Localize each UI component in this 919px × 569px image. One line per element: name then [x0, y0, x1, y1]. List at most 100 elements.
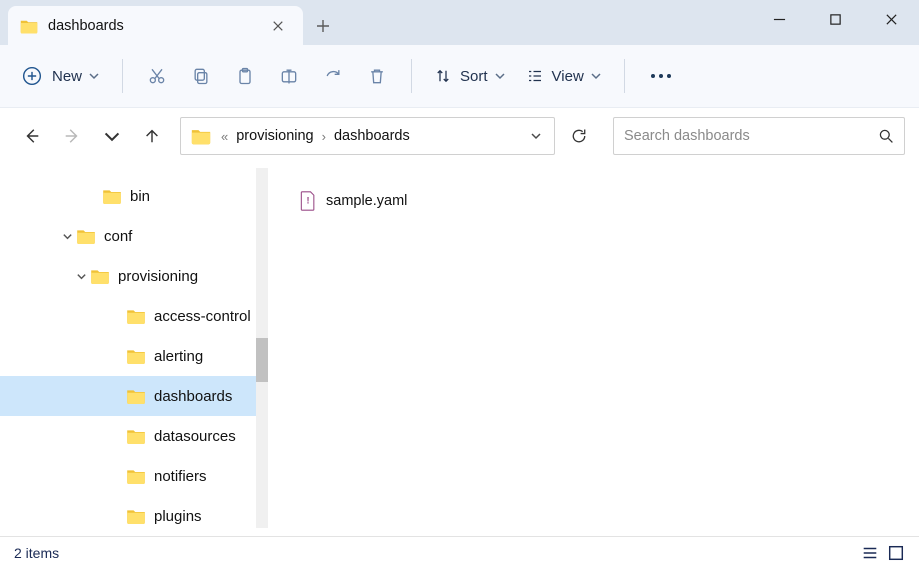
plus-icon	[316, 19, 330, 33]
minimize-button[interactable]	[751, 0, 807, 38]
file-name: sample.yaml	[326, 193, 407, 209]
search-input[interactable]	[624, 128, 878, 144]
window-tab[interactable]: dashboards	[8, 6, 303, 45]
sort-label: Sort	[460, 68, 488, 85]
close-tab-button[interactable]	[265, 13, 291, 39]
close-icon	[272, 20, 284, 32]
new-label: New	[52, 68, 82, 85]
view-mode-switcher	[861, 544, 905, 562]
tree-item[interactable]: plugins	[0, 496, 268, 536]
more-options-button[interactable]	[637, 56, 685, 96]
tree-item-label: alerting	[154, 348, 203, 365]
address-row: « provisioning › dashboards	[0, 108, 919, 164]
breadcrumb-overflow[interactable]: «	[221, 129, 228, 144]
folder-icon	[126, 508, 146, 524]
delete-button[interactable]	[355, 56, 399, 96]
tree-item-label: conf	[104, 228, 132, 245]
navigation-tree[interactable]: bin conf provisioning access-control alertin…	[0, 164, 268, 536]
breadcrumb-separator: ›	[322, 129, 326, 144]
view-label: View	[552, 68, 584, 85]
trash-icon	[367, 66, 387, 86]
folder-icon	[90, 268, 110, 284]
scissors-icon	[147, 66, 167, 86]
tree-item[interactable]: conf	[0, 216, 268, 256]
icons-view-button[interactable]	[887, 544, 905, 562]
sort-icon	[434, 67, 452, 85]
chevron-down-icon	[590, 70, 602, 82]
copy-button[interactable]	[179, 56, 223, 96]
folder-icon	[102, 188, 122, 204]
tree-item-label: provisioning	[118, 268, 198, 285]
share-icon	[323, 66, 343, 86]
tab-title: dashboards	[48, 18, 124, 34]
tree-item[interactable]: alerting	[0, 336, 268, 376]
rename-button[interactable]	[267, 56, 311, 96]
tree-item[interactable]: dashboards	[0, 376, 268, 416]
folder-icon	[126, 348, 146, 364]
toolbar: New Sort View	[0, 45, 919, 108]
file-list[interactable]: ! sample.yaml	[268, 164, 919, 536]
new-button[interactable]: New	[12, 56, 110, 96]
maximize-button[interactable]	[807, 0, 863, 38]
tree-item[interactable]: provisioning	[0, 256, 268, 296]
forward-button[interactable]	[54, 118, 90, 154]
close-window-button[interactable]	[863, 0, 919, 38]
search-box[interactable]	[613, 117, 905, 155]
details-view-button[interactable]	[861, 544, 879, 562]
folder-icon	[126, 308, 146, 324]
body: bin conf provisioning access-control alertin…	[0, 164, 919, 536]
arrow-up-icon	[143, 127, 161, 145]
plus-circle-icon	[22, 66, 42, 86]
tree-item[interactable]: bin	[0, 176, 268, 216]
refresh-button[interactable]	[559, 117, 599, 155]
breadcrumb-segment[interactable]: provisioning	[232, 126, 317, 146]
folder-icon	[191, 126, 211, 146]
cut-button[interactable]	[135, 56, 179, 96]
paste-button[interactable]	[223, 56, 267, 96]
arrow-right-icon	[63, 127, 81, 145]
rename-icon	[279, 66, 299, 86]
share-button[interactable]	[311, 56, 355, 96]
expand-toggle[interactable]	[58, 231, 76, 242]
separator	[122, 59, 123, 93]
scrollbar-thumb[interactable]	[256, 338, 268, 382]
status-bar: 2 items	[0, 536, 919, 569]
tree-item[interactable]: notifiers	[0, 456, 268, 496]
new-tab-button[interactable]	[303, 6, 343, 45]
folder-icon	[76, 228, 96, 244]
breadcrumb-segment[interactable]: dashboards	[330, 126, 414, 146]
file-item[interactable]: ! sample.yaml	[298, 186, 889, 216]
svg-text:!: !	[306, 196, 309, 206]
tree-item-label: notifiers	[154, 468, 207, 485]
folder-icon	[126, 468, 146, 484]
tree-item[interactable]: access-control	[0, 296, 268, 336]
view-icon	[526, 67, 544, 85]
folder-icon	[126, 428, 146, 444]
maximize-icon	[829, 13, 842, 26]
tree-item-label: plugins	[154, 508, 202, 525]
tree-item-label: dashboards	[154, 388, 232, 405]
tree-item[interactable]: datasources	[0, 416, 268, 456]
separator	[624, 59, 625, 93]
recent-locations-button[interactable]	[94, 118, 130, 154]
chevron-down-icon	[530, 130, 542, 142]
folder-icon	[126, 388, 146, 404]
address-bar[interactable]: « provisioning › dashboards	[180, 117, 555, 155]
title-bar: dashboards	[0, 0, 919, 45]
close-icon	[885, 13, 898, 26]
address-history-button[interactable]	[522, 130, 550, 142]
copy-icon	[191, 66, 211, 86]
status-text: 2 items	[14, 545, 59, 561]
back-button[interactable]	[14, 118, 50, 154]
sort-button[interactable]: Sort	[424, 56, 516, 96]
view-button[interactable]: View	[516, 56, 612, 96]
chevron-down-icon	[494, 70, 506, 82]
window-controls	[751, 0, 919, 38]
arrow-left-icon	[23, 127, 41, 145]
expand-toggle[interactable]	[72, 271, 90, 282]
tree-item-label: datasources	[154, 428, 236, 445]
chevron-down-icon	[88, 70, 100, 82]
up-button[interactable]	[134, 118, 170, 154]
separator	[411, 59, 412, 93]
minimize-icon	[773, 13, 786, 26]
